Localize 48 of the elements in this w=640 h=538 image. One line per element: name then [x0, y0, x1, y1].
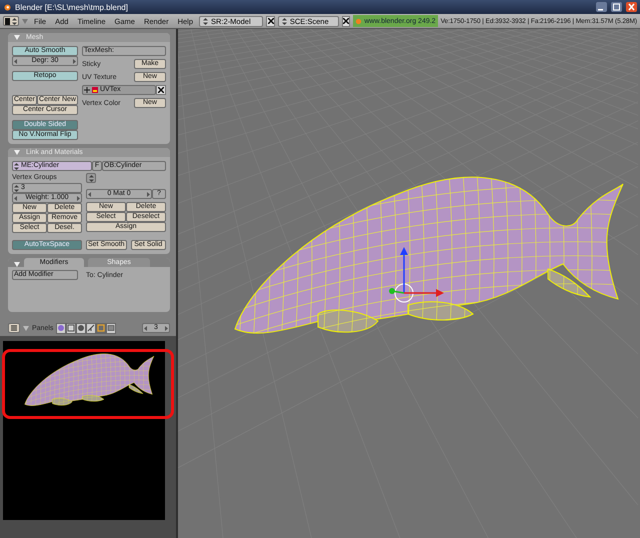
- context-button[interactable]: [76, 322, 86, 334]
- window-type-button[interactable]: [3, 16, 19, 26]
- up-down-arrows-icon: [14, 162, 19, 170]
- triangle-icon[interactable]: [14, 262, 20, 267]
- triangle-icon[interactable]: [14, 150, 20, 155]
- up-down-arrows-icon: [88, 174, 94, 182]
- left-arrow-icon: [14, 58, 17, 64]
- axes-icon: [88, 324, 95, 332]
- delete-layer-button[interactable]: [156, 85, 166, 95]
- left-arrow-icon: [14, 196, 17, 200]
- context-button[interactable]: [106, 322, 116, 334]
- window-type-button[interactable]: [8, 323, 20, 333]
- up-down-arrows-icon: [203, 18, 208, 24]
- window-type-icon: [5, 18, 10, 24]
- script-icon: [68, 324, 75, 332]
- delete-scene-button[interactable]: [342, 16, 350, 26]
- context-button[interactable]: [86, 322, 96, 334]
- close-icon: [343, 18, 350, 24]
- crosshair-icon: [84, 87, 90, 93]
- left-arrow-icon: [88, 192, 91, 196]
- image-icon: [108, 325, 115, 331]
- blender-logo-icon: [355, 18, 362, 24]
- minimize-button[interactable]: [596, 2, 607, 12]
- right-arrow-icon: [72, 58, 76, 64]
- up-down-arrows-icon: [282, 18, 287, 24]
- shading-ball-icon: [78, 325, 84, 331]
- context-button[interactable]: [56, 322, 66, 334]
- menu-icon: [11, 325, 17, 331]
- close-icon: [158, 87, 164, 93]
- window-title: Blender [E:\SL\mesh\tmp.blend]: [15, 2, 129, 12]
- right-arrow-icon: [165, 326, 168, 330]
- transform-manipulator-drawing: [389, 247, 444, 302]
- triangle-icon[interactable]: [14, 35, 20, 40]
- up-down-arrows-icon: [12, 18, 17, 24]
- close-button[interactable]: [626, 2, 637, 12]
- blender-logo-icon: [3, 3, 11, 11]
- delete-screen-button[interactable]: [266, 16, 275, 26]
- maximize-button[interactable]: [611, 2, 622, 12]
- up-down-arrows-icon: [14, 184, 19, 192]
- sphere-icon: [58, 325, 64, 331]
- material-selector[interactable]: [86, 173, 96, 183]
- context-button[interactable]: [66, 322, 76, 334]
- close-icon: [268, 18, 274, 24]
- right-arrow-icon: [76, 196, 80, 200]
- square-icon: [98, 324, 106, 332]
- image-icon: [92, 87, 98, 93]
- right-arrow-icon: [146, 192, 150, 196]
- left-arrow-icon: [144, 326, 147, 330]
